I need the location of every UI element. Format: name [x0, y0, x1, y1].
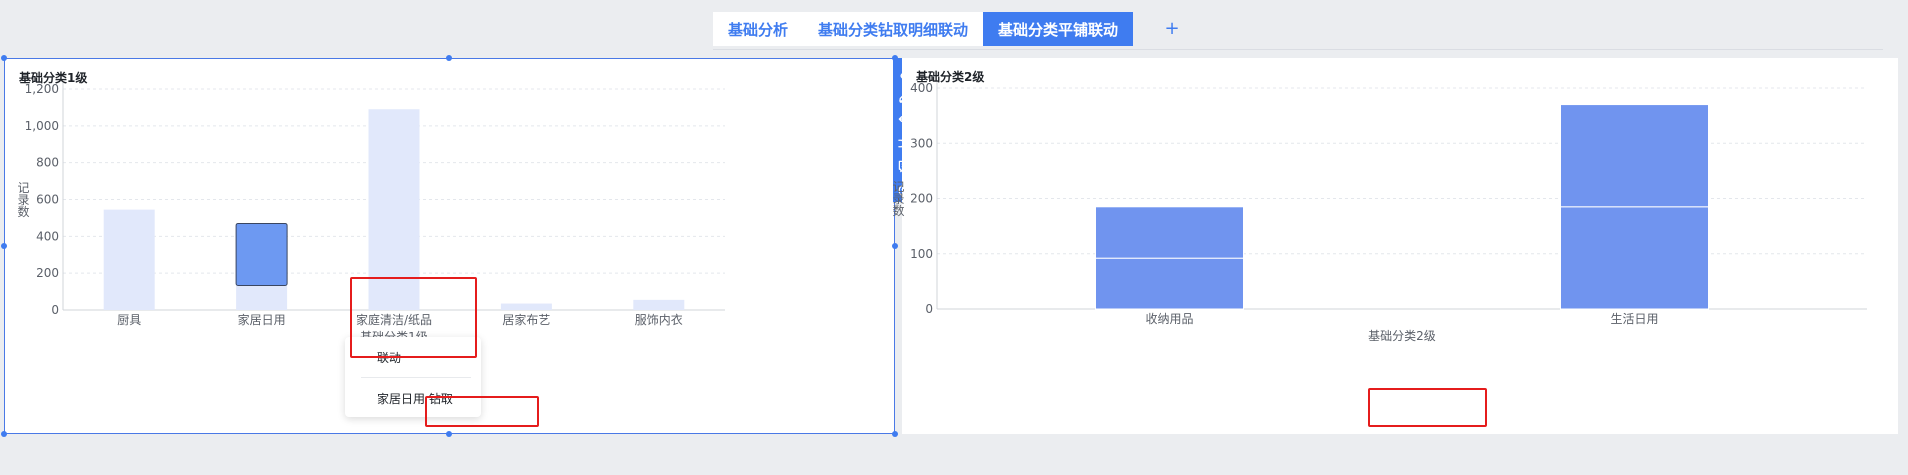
tab-drill-detail-linkage[interactable]: 基础分类钻取明细联动: [803, 12, 983, 46]
y-tick-label: 400: [910, 81, 933, 95]
y-tick-label: 1,200: [25, 82, 59, 96]
resize-handle[interactable]: [446, 55, 452, 61]
resize-handle[interactable]: [1, 431, 7, 437]
y-tick-label: 400: [36, 229, 59, 243]
y-axis-title: 记录数: [16, 181, 30, 218]
y-tick-label: 1,000: [25, 119, 59, 133]
resize-handle[interactable]: [892, 431, 898, 437]
y-axis-title: 记录数: [891, 180, 905, 217]
x-tick-label: 收纳用品: [1145, 312, 1193, 326]
chart-panel-level1[interactable]: 基础分类1级 0 200 400 600 800 1,000 1,200 厨具 家居日用 家庭清洁…: [4, 58, 895, 434]
bar: [500, 303, 552, 310]
tab-divider: [713, 49, 1883, 50]
tab-tile-linkage[interactable]: 基础分类平铺联动: [983, 12, 1134, 46]
resize-handle[interactable]: [446, 431, 452, 437]
y-tick-label: 600: [36, 193, 59, 207]
bar-segment: [1560, 206, 1709, 310]
resize-handle[interactable]: [1, 55, 7, 61]
y-tick-label: 300: [910, 136, 933, 150]
x-axis-title: 基础分类2级: [1368, 329, 1436, 343]
bar-highlight: [235, 222, 288, 286]
y-tick-label: 200: [36, 266, 59, 280]
x-tick-label: 居家布艺: [502, 312, 550, 327]
annotation-box-x-axis-title-left: [425, 396, 539, 427]
annotation-box-context-menu: [350, 277, 477, 358]
add-tab-button[interactable]: +: [1164, 16, 1180, 42]
bar-chart-level2[interactable]: 0 100 200 300 400 收纳用品 生活日用基础分类2级 记录数: [891, 58, 1898, 434]
chart-panel-level2[interactable]: 基础分类2级 0 100 200 300 400 收纳用品 生活日用基础分类2级 记录数: [891, 58, 1898, 434]
y-tick-label: 200: [910, 192, 933, 206]
y-tick-label: 100: [910, 247, 933, 261]
bar: [103, 209, 155, 310]
y-tick-label: 0: [51, 303, 59, 317]
bar: [633, 299, 685, 310]
bar-segment: [1560, 104, 1709, 208]
bar-segment: [1095, 206, 1244, 259]
tab-basic-analysis[interactable]: 基础分析: [713, 12, 803, 46]
bar-segment: [1095, 257, 1244, 310]
y-tick-label: 0: [925, 302, 933, 316]
resize-handle[interactable]: [892, 243, 898, 249]
x-tick-label: 家居日用: [238, 312, 286, 327]
dashboard-tabbar: 基础分析 基础分类钻取明细联动 基础分类平铺联动: [713, 12, 1134, 46]
x-tick-label: 厨具: [117, 313, 141, 327]
x-tick-label: 生活日用: [1610, 312, 1658, 326]
annotation-box-x-axis-title-right: [1368, 388, 1487, 427]
y-tick-label: 800: [36, 156, 59, 170]
x-tick-label: 服饰内衣: [635, 312, 683, 327]
resize-handle[interactable]: [1, 243, 7, 249]
menu-divider: [361, 377, 471, 378]
